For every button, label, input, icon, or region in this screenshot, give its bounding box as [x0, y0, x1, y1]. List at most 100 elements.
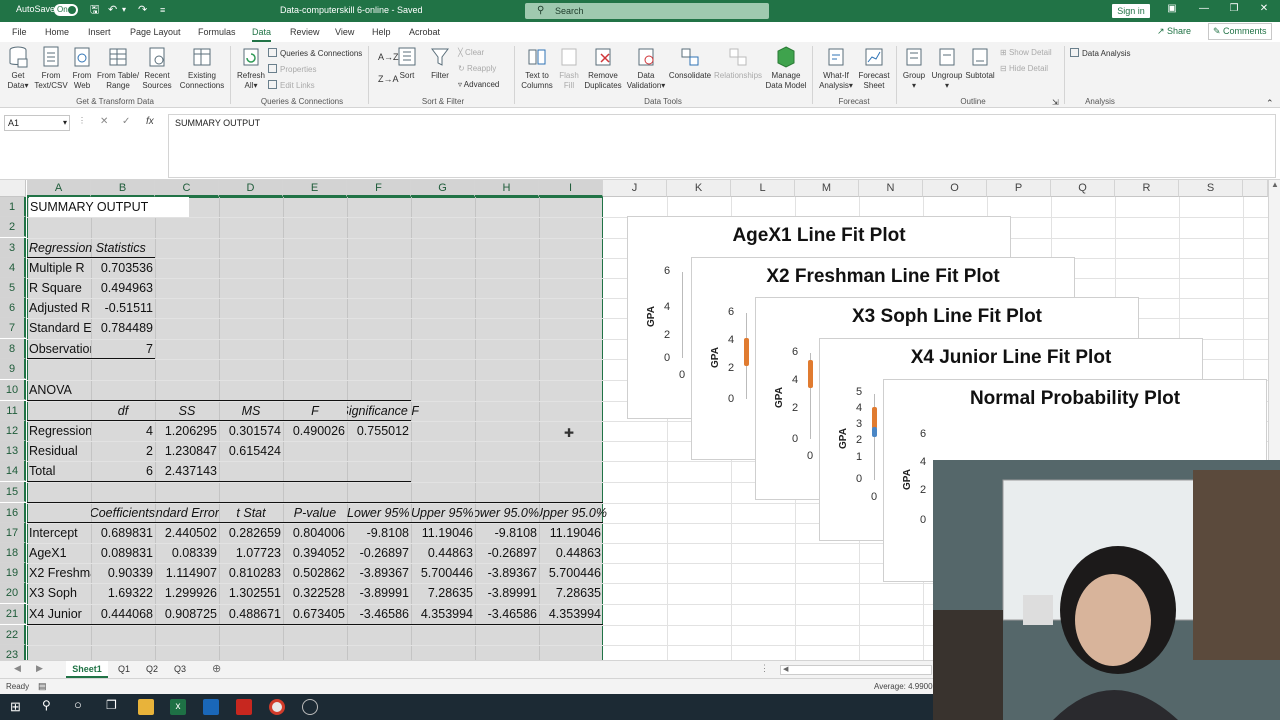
column-header[interactable]: R	[1115, 180, 1179, 197]
column-header[interactable]: K	[667, 180, 731, 197]
row-header[interactable]: 2	[0, 217, 26, 237]
cell-g21[interactable]: 4.353994	[411, 604, 473, 624]
confirm-entry-icon[interactable]: ✓	[122, 116, 130, 127]
cell-b7[interactable]: 0.784489	[91, 318, 153, 338]
recent-sources-button[interactable]: Recent Sources	[142, 46, 172, 91]
cell-f11[interactable]: Significance F	[347, 401, 419, 421]
row-header[interactable]: 21	[0, 604, 26, 624]
flash-fill-button[interactable]: Flash Fill	[556, 46, 582, 91]
cell-i16[interactable]: Upper 95.0%	[539, 503, 607, 523]
cell-a14[interactable]: Total	[29, 461, 91, 481]
row-header[interactable]: 5	[0, 278, 26, 298]
existing-connections-button[interactable]: Existing Connections	[178, 46, 226, 91]
column-header[interactable]: P	[987, 180, 1051, 197]
cell-g16[interactable]: Upper 95%	[411, 503, 475, 523]
cell-d19[interactable]: 0.810283	[219, 563, 281, 583]
cell-b14[interactable]: 6	[91, 461, 153, 481]
get-data-button[interactable]: Get Data▾	[4, 46, 32, 91]
share-button[interactable]: ↗ Share	[1157, 26, 1191, 37]
row-header[interactable]: 18	[0, 543, 26, 563]
column-header[interactable]: D	[219, 180, 283, 197]
scroll-right-icon[interactable]: ▶	[36, 663, 43, 674]
row-header[interactable]: 19	[0, 563, 26, 583]
row-header[interactable]: 14	[0, 461, 26, 481]
cell-b11[interactable]: df	[91, 401, 155, 421]
column-header[interactable]: M	[795, 180, 859, 197]
insert-function-icon[interactable]: fx	[146, 116, 154, 127]
cell-c19[interactable]: 1.114907	[155, 563, 217, 583]
cell-i18[interactable]: 0.44863	[539, 543, 601, 563]
comments-button[interactable]: ✎ Comments	[1208, 23, 1272, 40]
tab-page-layout[interactable]: Page Layout	[130, 27, 181, 37]
cell-d16[interactable]: t Stat	[219, 503, 283, 523]
hide-detail-button[interactable]: ⊟ Hide Detail	[1000, 64, 1048, 74]
refresh-all-button[interactable]: Refresh All▾	[234, 46, 268, 91]
cell-a7[interactable]: Standard Error	[29, 318, 91, 338]
row-header[interactable]: 17	[0, 523, 26, 543]
cell-a17[interactable]: Intercept	[29, 523, 91, 543]
tab-acrobat[interactable]: Acrobat	[409, 27, 440, 37]
cell-e18[interactable]: 0.394052	[283, 543, 345, 563]
cortana-icon[interactable]: ○	[74, 697, 82, 712]
collapse-ribbon-icon[interactable]: ⌃	[1266, 98, 1274, 108]
cell-d18[interactable]: 1.07723	[219, 543, 281, 563]
column-header[interactable]: E	[283, 180, 347, 197]
file-explorer-icon[interactable]	[138, 699, 154, 715]
cell-g19[interactable]: 5.700446	[411, 563, 473, 583]
cell-b16[interactable]: Coefficients	[91, 503, 155, 523]
tab-home[interactable]: Home	[45, 27, 69, 37]
remove-duplicates-button[interactable]: Remove Duplicates	[584, 46, 622, 91]
row-header[interactable]: 12	[0, 421, 26, 441]
cell-a13[interactable]: Residual	[29, 441, 91, 461]
cell-h20[interactable]: -3.89991	[475, 583, 537, 603]
name-box-dropdown-icon[interactable]: ▾	[63, 116, 67, 130]
cell-f18[interactable]: -0.26897	[347, 543, 409, 563]
cell-d21[interactable]: 0.488671	[219, 604, 281, 624]
cell-f16[interactable]: Lower 95%	[347, 503, 411, 523]
cell-i19[interactable]: 5.700446	[539, 563, 601, 583]
scroll-left-icon[interactable]: ◀	[14, 663, 21, 674]
settings-app-icon[interactable]	[302, 699, 318, 715]
group-button[interactable]: Group ▾	[900, 46, 928, 91]
cell-d17[interactable]: 0.282659	[219, 523, 281, 543]
cell-e20[interactable]: 0.322528	[283, 583, 345, 603]
tab-insert[interactable]: Insert	[88, 27, 111, 37]
restore-icon[interactable]: ❐	[1226, 3, 1242, 14]
show-detail-button[interactable]: ⊞ Show Detail	[1000, 48, 1052, 58]
sheet-tab-sheet1[interactable]: Sheet1	[66, 661, 108, 678]
sheet-tab-q1[interactable]: Q1	[112, 661, 136, 678]
what-if-button[interactable]: What-If Analysis▾	[816, 46, 856, 91]
undo-dropdown-icon[interactable]: ▾	[122, 4, 126, 16]
cell-a21[interactable]: X4 Junior	[29, 604, 91, 624]
tab-review[interactable]: Review	[290, 27, 320, 37]
cell-c13[interactable]: 1.230847	[155, 441, 217, 461]
clear-filter-button[interactable]: ╳ Clear	[458, 48, 484, 58]
column-header[interactable]: L	[731, 180, 795, 197]
cell-b4[interactable]: 0.703536	[91, 258, 153, 278]
cell-g17[interactable]: 11.19046	[411, 523, 473, 543]
windows-start-icon[interactable]: ⊞	[10, 699, 21, 715]
cell-b12[interactable]: 4	[91, 421, 153, 441]
cell-c16[interactable]: Standard Error	[155, 503, 219, 523]
cell-i17[interactable]: 11.19046	[539, 523, 601, 543]
column-header[interactable]: N	[859, 180, 923, 197]
data-analysis-button[interactable]: Data Analysis	[1070, 48, 1130, 59]
autosave-toggle[interactable]: On	[54, 4, 78, 16]
row-header[interactable]: 6	[0, 298, 26, 318]
cell-h21[interactable]: -3.46586	[475, 604, 537, 624]
cancel-entry-icon[interactable]: ✕	[100, 116, 108, 127]
column-header[interactable]: Q	[1051, 180, 1115, 197]
search-box[interactable]: ⚲ Search	[525, 3, 769, 19]
chrome-icon[interactable]	[269, 699, 285, 715]
ribbon-display-icon[interactable]: ▣	[1164, 3, 1180, 14]
cell-f17[interactable]: -9.8108	[347, 523, 409, 543]
cell-a3[interactable]: Regression Statistics	[29, 238, 189, 258]
row-header[interactable]: 8	[0, 339, 26, 359]
cell-b18[interactable]: 0.089831	[91, 543, 153, 563]
cell-a20[interactable]: X3 Soph	[29, 583, 91, 603]
cell-b21[interactable]: 0.444068	[91, 604, 153, 624]
cell-f19[interactable]: -3.89367	[347, 563, 409, 583]
cell-e19[interactable]: 0.502862	[283, 563, 345, 583]
from-web-button[interactable]: From Web	[70, 46, 94, 91]
cell-d12[interactable]: 0.301574	[219, 421, 281, 441]
